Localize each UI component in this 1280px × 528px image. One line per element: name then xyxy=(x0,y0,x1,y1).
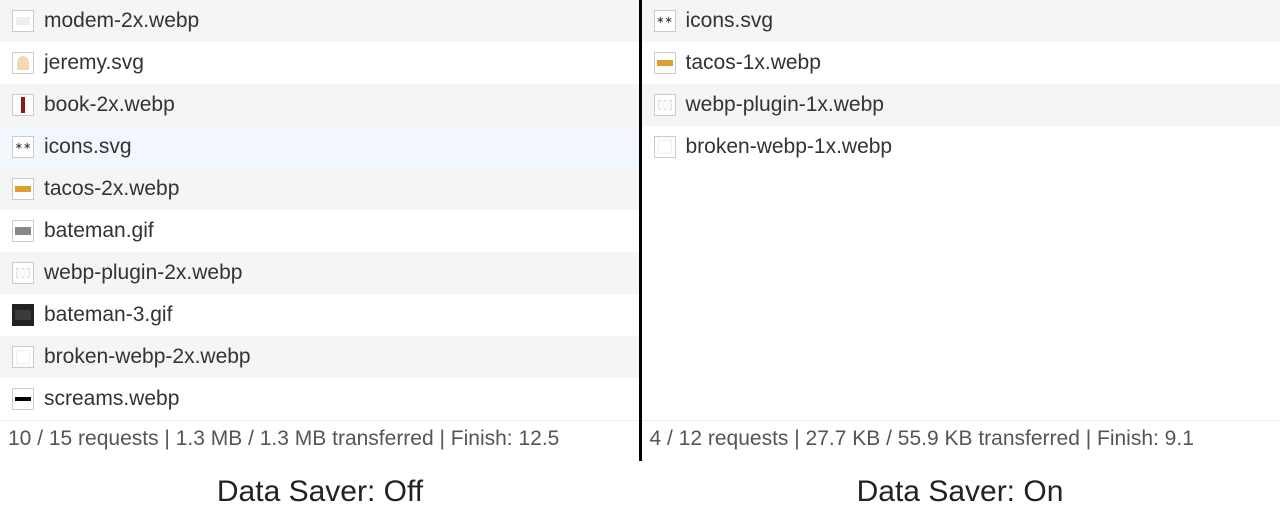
file-thumbnail-icon xyxy=(12,262,34,284)
network-request-row[interactable]: broken-webp-2x.webp xyxy=(0,336,639,378)
network-request-row[interactable]: webp-plugin-2x.webp xyxy=(0,252,639,294)
file-thumbnail-icon: ∗∗ xyxy=(654,10,676,32)
network-request-row[interactable]: ∗∗ icons.svg xyxy=(642,0,1280,42)
file-name-label: icons.svg xyxy=(686,9,774,33)
network-request-row[interactable]: ∗∗ icons.svg xyxy=(0,126,639,168)
status-bar-left: 10 / 15 requests | 1.3 MB / 1.3 MB trans… xyxy=(0,420,639,461)
file-thumbnail-icon xyxy=(654,136,676,158)
file-thumbnail-icon xyxy=(12,220,34,242)
network-request-row[interactable]: broken-webp-1x.webp xyxy=(642,126,1280,168)
file-name-label: modem-2x.webp xyxy=(44,9,199,33)
file-name-label: bateman-3.gif xyxy=(44,303,172,327)
network-request-row[interactable]: bateman.gif xyxy=(0,210,639,252)
file-thumbnail-icon xyxy=(12,94,34,116)
file-thumbnail-icon xyxy=(654,52,676,74)
network-request-row[interactable]: webp-plugin-1x.webp xyxy=(642,84,1280,126)
caption-row: Data Saver: Off Data Saver: On xyxy=(0,461,1280,519)
panel-data-saver-on: ∗∗ icons.svg tacos-1x.webp webp-plugin-1x.w… xyxy=(642,0,1280,461)
network-request-row[interactable]: tacos-2x.webp xyxy=(0,168,639,210)
comparison-container: modem-2x.webp jeremy.svg book-2x.webp ∗∗ ico… xyxy=(0,0,1280,461)
file-name-label: broken-webp-2x.webp xyxy=(44,345,251,369)
file-name-label: jeremy.svg xyxy=(44,51,144,75)
status-bar-right: 4 / 12 requests | 27.7 KB / 55.9 KB tran… xyxy=(642,420,1280,461)
file-thumbnail-icon xyxy=(654,94,676,116)
file-name-label: broken-webp-1x.webp xyxy=(686,135,893,159)
file-name-label: tacos-1x.webp xyxy=(686,51,821,75)
caption-right: Data Saver: On xyxy=(640,461,1280,519)
file-name-label: icons.svg xyxy=(44,135,132,159)
network-request-list-left[interactable]: modem-2x.webp jeremy.svg book-2x.webp ∗∗ ico… xyxy=(0,0,639,420)
file-name-label: webp-plugin-2x.webp xyxy=(44,261,242,285)
panel-data-saver-off: modem-2x.webp jeremy.svg book-2x.webp ∗∗ ico… xyxy=(0,0,642,461)
file-thumbnail-icon xyxy=(12,346,34,368)
network-request-row[interactable]: jeremy.svg xyxy=(0,42,639,84)
file-thumbnail-icon xyxy=(12,178,34,200)
file-thumbnail-icon xyxy=(12,52,34,74)
file-name-label: screams.webp xyxy=(44,387,179,411)
network-request-row[interactable]: modem-2x.webp xyxy=(0,0,639,42)
file-thumbnail-icon xyxy=(12,388,34,410)
file-name-label: bateman.gif xyxy=(44,219,154,243)
file-thumbnail-icon: ∗∗ xyxy=(12,136,34,158)
file-name-label: webp-plugin-1x.webp xyxy=(686,93,884,117)
network-request-row[interactable]: tacos-1x.webp xyxy=(642,42,1280,84)
file-thumbnail-icon xyxy=(12,304,34,326)
network-request-row[interactable]: bateman-3.gif xyxy=(0,294,639,336)
caption-left: Data Saver: Off xyxy=(0,461,640,519)
file-name-label: book-2x.webp xyxy=(44,93,175,117)
network-request-list-right[interactable]: ∗∗ icons.svg tacos-1x.webp webp-plugin-1x.w… xyxy=(642,0,1280,420)
network-request-row[interactable]: book-2x.webp xyxy=(0,84,639,126)
network-request-row[interactable]: screams.webp xyxy=(0,378,639,420)
file-name-label: tacos-2x.webp xyxy=(44,177,179,201)
file-thumbnail-icon xyxy=(12,10,34,32)
